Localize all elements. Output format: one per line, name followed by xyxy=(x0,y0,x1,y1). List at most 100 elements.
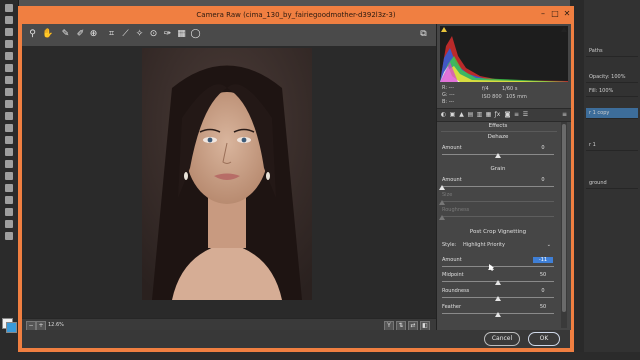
quick-select-tool-icon[interactable] xyxy=(5,40,13,48)
fill-label: Fill: xyxy=(589,88,598,94)
hand-tool-icon[interactable] xyxy=(5,220,13,228)
effects-tab-icon[interactable]: ƒx xyxy=(494,111,501,118)
hand-tool-icon[interactable]: ✋ xyxy=(42,29,53,40)
panel-scrollbar[interactable] xyxy=(561,122,567,328)
fill-row[interactable]: Fill: 100% xyxy=(586,86,638,97)
shape-tool-icon[interactable] xyxy=(5,208,13,216)
iso: ISO 800 xyxy=(482,94,502,100)
close-icon[interactable]: ✕ xyxy=(562,9,572,19)
basic-tab-icon[interactable]: ◐ xyxy=(440,111,447,118)
move-tool-icon[interactable] xyxy=(5,4,13,12)
lens-tab-icon[interactable]: ▦ xyxy=(485,111,492,118)
color-sampler-tool-icon[interactable]: ✐ xyxy=(75,29,86,40)
dehaze-title: Dehaze xyxy=(487,134,509,140)
dehaze-amount-value[interactable]: 0 xyxy=(533,145,553,151)
layer-row-2[interactable]: r 1 xyxy=(586,140,638,151)
marquee-tool-icon[interactable] xyxy=(5,16,13,24)
grain-amount-value[interactable]: 0 xyxy=(533,177,553,183)
midpoint-value[interactable]: 50 xyxy=(533,272,553,278)
graduated-filter-icon[interactable]: ▦ xyxy=(176,29,187,40)
layer-row-3[interactable]: ground xyxy=(586,178,638,189)
image-preview[interactable] xyxy=(22,46,436,318)
layer-name-2: r 1 xyxy=(589,142,596,148)
dodge-tool-icon[interactable] xyxy=(5,160,13,168)
crop-tool-icon[interactable]: ⌗ xyxy=(106,29,117,40)
feather-value[interactable]: 50 xyxy=(533,304,553,310)
vignette-amount-value[interactable]: -11 xyxy=(533,257,553,263)
panel-menu-icon[interactable]: ≡ xyxy=(561,111,568,118)
photoshop-toolbar xyxy=(0,0,19,360)
roundness-value[interactable]: 0 xyxy=(533,288,553,294)
eraser-tool-icon[interactable] xyxy=(5,124,13,132)
grain-amount-slider[interactable] xyxy=(442,186,554,187)
divider xyxy=(441,131,557,132)
vignette-style-select[interactable]: Highlight Priority ⌄ xyxy=(463,241,553,249)
opacity-value[interactable]: 100% xyxy=(611,74,625,80)
zoom-tool-icon[interactable]: ⚲ xyxy=(27,29,38,40)
portrait-photo xyxy=(142,48,312,300)
white-balance-tool-icon[interactable]: ✎ xyxy=(60,29,71,40)
midpoint-knob[interactable] xyxy=(495,280,501,285)
paths-panel-tab[interactable]: Paths xyxy=(586,46,638,57)
spot-removal-tool-icon[interactable]: ✧ xyxy=(134,29,145,40)
vignette-title: Post Crop Vignetting xyxy=(469,229,527,235)
path-select-tool-icon[interactable] xyxy=(5,196,13,204)
presets-tab-icon[interactable]: ≡ xyxy=(513,111,520,118)
grain-size-slider xyxy=(442,201,554,202)
focal-length: 105 mm xyxy=(506,94,527,100)
dialog-body: ⚲ ✋ ✎ ✐ ⊕ ⌗ ⟋ ✧ ⊙ ✑ ▦ ◯ ⧉ − + 12.6% Y ⇅ … xyxy=(22,24,571,348)
r-readout: R: --- xyxy=(442,85,455,91)
red-eye-tool-icon[interactable]: ⊙ xyxy=(148,29,159,40)
highlight-clipping-icon[interactable] xyxy=(561,27,567,32)
vignette-amount-slider[interactable] xyxy=(442,266,554,267)
targeted-adjustment-tool-icon[interactable]: ⊕ xyxy=(88,29,99,40)
eyedropper-tool-icon[interactable] xyxy=(5,64,13,72)
shadow-clipping-icon[interactable] xyxy=(441,27,447,32)
lasso-tool-icon[interactable] xyxy=(5,28,13,36)
grain-amount-label: Amount xyxy=(442,177,462,183)
feather-knob[interactable] xyxy=(495,312,501,317)
layer-row-1[interactable]: r 1 copy xyxy=(586,108,638,119)
stamp-tool-icon[interactable] xyxy=(5,100,13,108)
healing-tool-icon[interactable] xyxy=(5,76,13,84)
brush-tool-icon[interactable] xyxy=(5,88,13,96)
blur-tool-icon[interactable] xyxy=(5,148,13,156)
zoom-tool-icon[interactable] xyxy=(5,232,13,240)
adjustment-brush-icon[interactable]: ✑ xyxy=(162,29,173,40)
hsl-tab-icon[interactable]: ▤ xyxy=(467,111,474,118)
opacity-row[interactable]: Opacity: 100% xyxy=(586,72,638,83)
history-brush-icon[interactable] xyxy=(5,112,13,120)
taskbar xyxy=(0,352,640,360)
maximize-icon[interactable]: □ xyxy=(550,9,560,19)
crop-tool-icon[interactable] xyxy=(5,52,13,60)
grain-amount-knob[interactable] xyxy=(439,185,445,190)
vignette-style-value: Highlight Priority xyxy=(463,242,505,248)
vignette-style-label: Style: xyxy=(442,242,457,248)
type-tool-icon[interactable] xyxy=(5,184,13,192)
straighten-tool-icon[interactable]: ⟋ xyxy=(120,29,131,40)
grain-roughness-knob xyxy=(439,215,445,220)
camera-calibration-tab-icon[interactable]: ◙ xyxy=(504,111,511,118)
preferences-icon[interactable]: ⧉ xyxy=(418,29,429,40)
camera-raw-toolbar: ⚲ ✋ ✎ ✐ ⊕ ⌗ ⟋ ✧ ⊙ ✑ ▦ ◯ ⧉ xyxy=(22,24,436,47)
tone-curve-tab-icon[interactable]: ▣ xyxy=(449,111,456,118)
cancel-button[interactable]: Cancel xyxy=(484,332,520,346)
roundness-label: Roundness xyxy=(442,288,470,294)
layer-name-1: r 1 copy xyxy=(589,110,610,116)
snapshots-tab-icon[interactable]: ☰ xyxy=(522,111,529,118)
dehaze-amount-knob[interactable] xyxy=(495,153,501,158)
grain-size-knob xyxy=(439,200,445,205)
background-color-swatch[interactable] xyxy=(6,322,17,333)
split-toning-tab-icon[interactable]: ▥ xyxy=(476,111,483,118)
detail-tab-icon[interactable]: ▲ xyxy=(458,111,465,118)
gradient-tool-icon[interactable] xyxy=(5,136,13,144)
grain-roughness-label: Roughness xyxy=(442,207,470,213)
ok-button[interactable]: OK xyxy=(528,332,560,346)
radial-filter-icon[interactable]: ◯ xyxy=(190,29,201,40)
roundness-knob[interactable] xyxy=(495,296,501,301)
fill-value[interactable]: 100% xyxy=(599,88,613,94)
minimize-icon[interactable]: – xyxy=(538,9,548,19)
zoom-level[interactable]: 12.6% xyxy=(48,321,64,329)
scrollbar-thumb[interactable] xyxy=(562,124,566,312)
pen-tool-icon[interactable] xyxy=(5,172,13,180)
